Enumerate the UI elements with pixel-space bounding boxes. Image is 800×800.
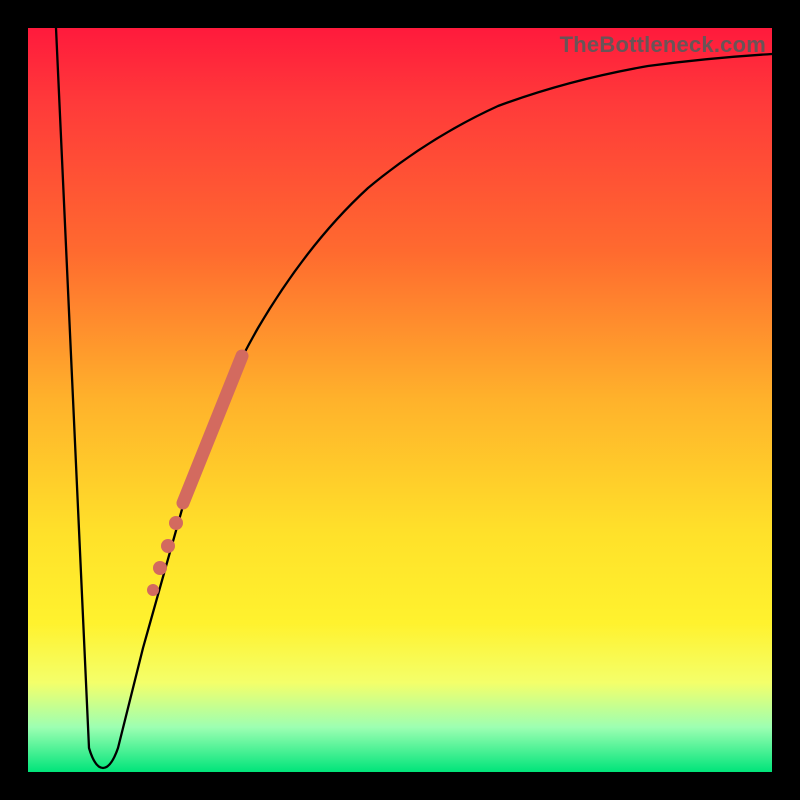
highlight-segment (183, 356, 242, 503)
chart-frame: TheBottleneck.com (0, 0, 800, 800)
highlight-dot-3 (153, 561, 167, 575)
plot-area: TheBottleneck.com (28, 28, 772, 772)
highlight-dot-4 (147, 584, 159, 596)
highlight-dot-2 (161, 539, 175, 553)
curve-svg (28, 28, 772, 772)
highlight-dot-1 (169, 516, 183, 530)
bottleneck-curve (56, 28, 772, 768)
